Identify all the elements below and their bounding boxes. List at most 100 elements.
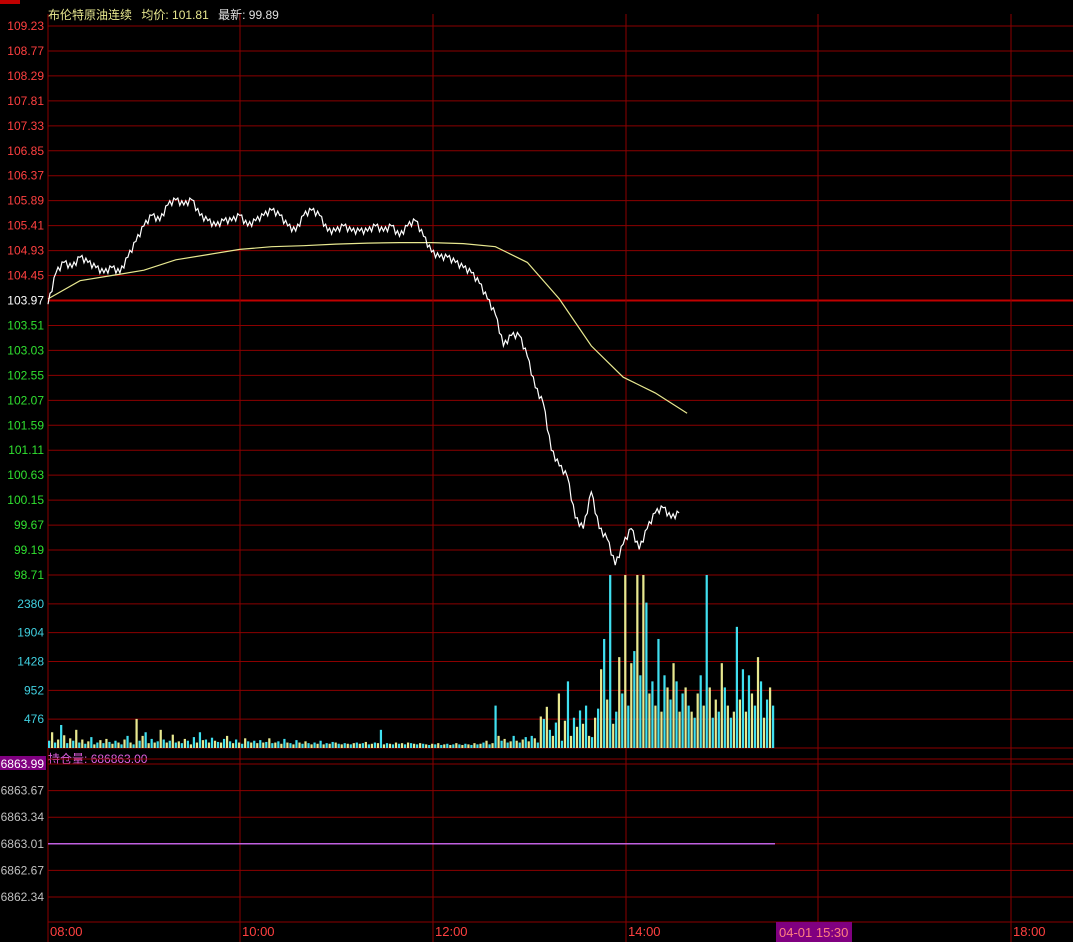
volume-bar [346, 743, 349, 748]
volume-bar [96, 742, 99, 748]
volume-tick-label: 952 [24, 683, 44, 697]
oi-tick-label: 6862.34 [1, 890, 45, 904]
price-tick-label: 100.63 [7, 468, 44, 482]
price-tick-label: 100.15 [7, 493, 44, 507]
volume-bar [732, 711, 735, 748]
volume-bar [84, 743, 87, 748]
volume-bar [391, 744, 395, 748]
volume-bar [699, 675, 702, 748]
volume-bar [717, 711, 720, 748]
volume-bar [256, 743, 259, 748]
oi-tick-label: 6863.01 [1, 837, 45, 851]
volume-bar [726, 705, 729, 748]
volume-bar [250, 742, 253, 748]
volume-bar [669, 699, 672, 748]
intraday-chart[interactable]: 109.23 108.77 108.29 107.81 107.33 106.85 106.… [0, 0, 1073, 942]
top-indicator [0, 0, 20, 4]
volume-bar [63, 735, 66, 748]
volume-bar [406, 742, 410, 748]
price-tick-label: 106.37 [7, 169, 44, 183]
volume-bar [557, 693, 561, 748]
volume-bar [491, 743, 494, 748]
volume-bar [301, 743, 304, 748]
volume-bar [153, 742, 156, 748]
volume-bar [141, 735, 144, 748]
volume-bar [313, 742, 316, 748]
price-tick-label: 109.23 [7, 19, 44, 33]
volume-bar [684, 687, 687, 748]
volume-tick-label: 1428 [17, 655, 44, 669]
volume-bar [259, 740, 262, 748]
volume-bar [280, 743, 283, 748]
price-tick-label: 106.85 [7, 144, 44, 158]
volume-bar [159, 729, 162, 748]
volume-bar [515, 740, 518, 748]
price-tick-label: 108.77 [7, 44, 44, 58]
volume-bar [518, 742, 521, 748]
volume-bar [416, 744, 419, 748]
time-tick-label: 12:00 [435, 924, 468, 939]
volume-bar [277, 741, 280, 748]
volume-tick-label: 2380 [17, 597, 44, 611]
volume-bar [165, 742, 168, 748]
volume-bar [195, 742, 199, 748]
volume-bar [409, 743, 413, 748]
volume-bar [135, 718, 138, 748]
volume-bar [575, 726, 579, 748]
volume-bar [590, 737, 594, 748]
volume-bar [247, 741, 250, 748]
volume-bar [533, 738, 536, 748]
volume-bar [93, 744, 96, 748]
volume-bar [527, 741, 530, 748]
volume-bar [422, 743, 425, 748]
volume-bar [147, 743, 150, 748]
volume-bar [521, 739, 524, 748]
volume-bar [352, 743, 355, 748]
volume-bar [708, 687, 711, 748]
volume-bar [117, 742, 120, 748]
volume-bar [428, 744, 431, 748]
volume-bar [747, 675, 751, 748]
volume-bar [666, 687, 669, 748]
volume-bar [87, 741, 90, 748]
volume-bar [355, 742, 358, 748]
price-tick-label: 101.11 [8, 443, 44, 457]
volume-tick-label: 1904 [17, 626, 44, 640]
volume-bar [578, 710, 582, 748]
volume-bar [403, 744, 407, 748]
volume-bar [322, 744, 325, 748]
volume-bar [609, 575, 612, 748]
price-line [47, 197, 680, 566]
volume-bar [690, 711, 693, 748]
volume-bar [756, 657, 760, 748]
volume-bar [542, 718, 545, 748]
volume-bar [488, 744, 491, 748]
volume-bar [464, 743, 467, 748]
volume-bar [753, 705, 757, 748]
volume-bar [262, 742, 265, 748]
volume-bar [319, 740, 322, 748]
price-tick-label: 108.29 [7, 69, 44, 83]
volume-bar [325, 743, 328, 748]
volume-bar [60, 724, 63, 748]
volume-bar [765, 699, 769, 748]
oi-tick-label: 6863.67 [1, 784, 45, 798]
volume-bar [729, 717, 732, 748]
volume-bar [639, 675, 642, 748]
volume-bar [123, 739, 126, 748]
volume-bar [201, 740, 205, 748]
volume-bar [723, 687, 726, 748]
volume-bar [54, 742, 57, 748]
volume-bar [102, 743, 105, 748]
volume-bar [292, 744, 295, 748]
volume-bar [337, 743, 340, 748]
volume-bar [253, 740, 256, 748]
volume-bar [597, 708, 600, 748]
volume-bar [548, 729, 551, 748]
cursor-time-label: 04-01 15:30 [779, 925, 848, 940]
volume-bar [216, 741, 220, 748]
volume-bar [283, 738, 286, 748]
volume-bar [711, 717, 714, 748]
volume-bar [304, 741, 307, 748]
volume-bar [660, 711, 663, 748]
